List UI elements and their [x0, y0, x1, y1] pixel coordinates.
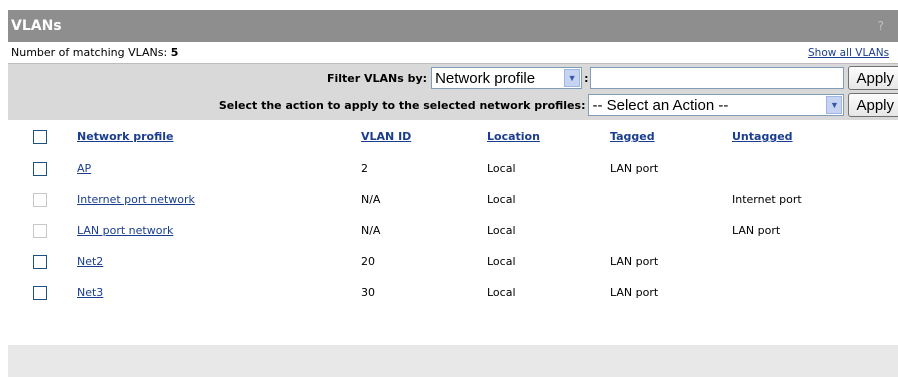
network-profile-link[interactable]: LAN port network: [77, 224, 173, 237]
filter-apply-button[interactable]: Apply: [848, 66, 898, 90]
untagged-cell: Internet port: [732, 193, 802, 206]
location-cell: Local: [487, 224, 516, 237]
filter-field-select[interactable]: Network profile ▼: [431, 67, 583, 89]
untagged-cell: [732, 153, 898, 184]
table-row: Net2 20 Local LAN port: [8, 246, 898, 277]
panel-footer: [8, 345, 898, 377]
table-row: Internet port network N/A Local Internet…: [8, 184, 898, 215]
table-row: Net3 30 Local LAN port: [8, 277, 898, 308]
column-header-untagged[interactable]: Untagged: [732, 130, 793, 143]
table-header-row: Network profile VLAN ID Location Tagged …: [8, 120, 898, 153]
filter-value-input[interactable]: [590, 67, 845, 89]
tagged-cell: LAN port: [610, 162, 659, 175]
matching-count: Number of matching VLANs: 5: [11, 46, 178, 59]
untagged-cell: [732, 246, 898, 277]
table-row: AP 2 Local LAN port: [8, 153, 898, 184]
matching-count-label: Number of matching VLANs:: [11, 46, 168, 59]
filter-bar: Filter VLANs by: Network profile ▼ : App…: [8, 63, 898, 120]
filter-field-selected: Network profile: [435, 69, 536, 87]
filter-row: Filter VLANs by: Network profile ▼ : App…: [8, 65, 898, 91]
column-header-location[interactable]: Location: [487, 130, 540, 143]
chevron-down-icon: ▼: [826, 96, 843, 114]
count-bar: Number of matching VLANs: 5 Show all VLA…: [8, 42, 898, 63]
tagged-cell: LAN port: [610, 255, 659, 268]
vlan-id-cell: N/A: [361, 224, 381, 237]
row-checkbox-disabled: [33, 223, 47, 238]
help-icon[interactable]: ?: [878, 19, 888, 33]
column-header-tagged[interactable]: Tagged: [610, 130, 655, 143]
action-selected: -- Select an Action --: [592, 96, 729, 114]
vlan-id-cell: N/A: [361, 193, 381, 206]
location-cell: Local: [487, 162, 516, 175]
column-header-network-profile[interactable]: Network profile: [77, 130, 173, 143]
show-all-vlans-link[interactable]: Show all VLANs: [808, 47, 898, 59]
panel-title-bar: VLANs ?: [8, 10, 898, 42]
matching-count-value: 5: [170, 46, 179, 59]
action-apply-button[interactable]: Apply: [848, 93, 898, 117]
filter-caption: Filter VLANs by:: [326, 71, 428, 85]
select-all-checkbox[interactable]: [33, 129, 47, 144]
vlans-table: Network profile VLAN ID Location Tagged …: [8, 120, 898, 308]
tagged-cell: [610, 215, 732, 246]
chevron-down-icon: ▼: [564, 69, 581, 87]
location-cell: Local: [487, 193, 516, 206]
page-title: VLANs: [11, 18, 62, 34]
action-select[interactable]: -- Select an Action -- ▼: [588, 94, 845, 116]
row-checkbox-disabled: [33, 192, 47, 207]
filter-colon: :: [584, 71, 589, 85]
network-profile-link[interactable]: Net3: [77, 286, 103, 299]
action-caption: Select the action to apply to the select…: [218, 98, 586, 112]
network-profile-link[interactable]: Internet port network: [77, 193, 195, 206]
row-checkbox[interactable]: [33, 254, 47, 269]
location-cell: Local: [487, 255, 516, 268]
untagged-cell: LAN port: [732, 224, 781, 237]
row-checkbox[interactable]: [33, 285, 47, 300]
vlan-id-cell: 30: [361, 286, 375, 299]
untagged-cell: [732, 277, 898, 308]
location-cell: Local: [487, 286, 516, 299]
row-checkbox[interactable]: [33, 161, 47, 176]
tagged-cell: LAN port: [610, 286, 659, 299]
vlan-id-cell: 2: [361, 162, 368, 175]
column-header-vlan-id[interactable]: VLAN ID: [361, 130, 411, 143]
network-profile-link[interactable]: Net2: [77, 255, 103, 268]
vlan-id-cell: 20: [361, 255, 375, 268]
table-row: LAN port network N/A Local LAN port: [8, 215, 898, 246]
action-row: Select the action to apply to the select…: [8, 92, 898, 118]
tagged-cell: [610, 184, 732, 215]
vlans-panel: VLANs ? Number of matching VLANs: 5 Show…: [8, 10, 898, 377]
network-profile-link[interactable]: AP: [77, 162, 91, 175]
